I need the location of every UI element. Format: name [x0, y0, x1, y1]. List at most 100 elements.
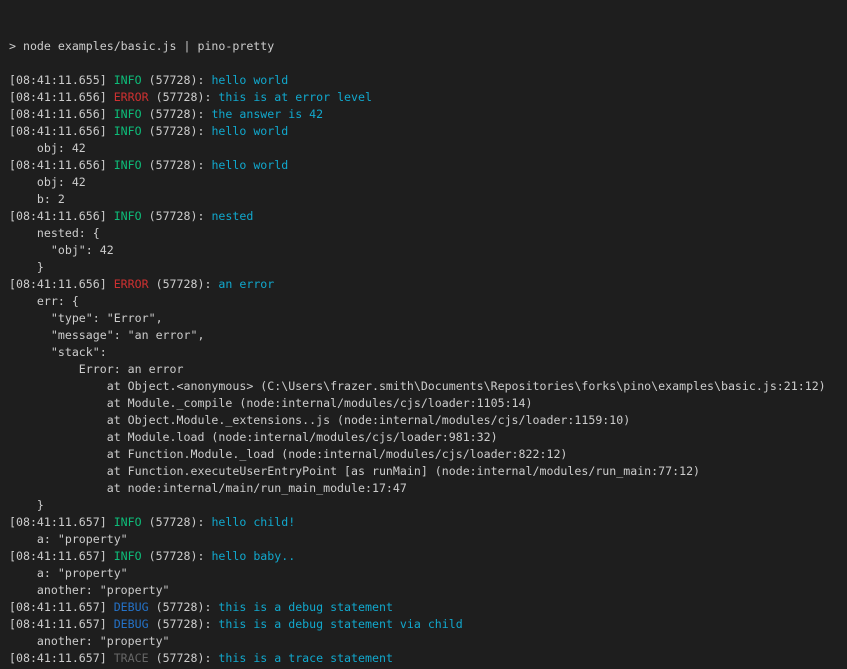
log-message: an error — [218, 277, 274, 291]
log-level-trace: TRACE — [114, 651, 149, 665]
log-text: (57728): — [149, 600, 219, 614]
log-text: a: "property" — [9, 532, 128, 546]
log-message: the answer is 42 — [211, 107, 323, 121]
log-message: this is a trace statement — [218, 651, 393, 665]
log-line: [08:41:11.656] INFO (57728): nested — [9, 208, 847, 225]
log-text: "obj": 42 — [9, 243, 114, 257]
log-property-line: b: 2 — [9, 191, 847, 208]
log-text: at Object.<anonymous> (C:\Users\frazer.s… — [9, 379, 826, 393]
log-text: [08:41:11.655] — [9, 73, 114, 87]
stack-trace-line: at Function.Module._load (node:internal/… — [9, 446, 847, 463]
log-text: } — [9, 260, 44, 274]
log-line: [08:41:11.657] INFO (57728): hello child… — [9, 514, 847, 531]
log-text: at Module.load (node:internal/modules/cj… — [9, 430, 498, 444]
log-text: (57728): — [142, 124, 212, 138]
log-text: "type": "Error", — [9, 311, 163, 325]
command-line: > node examples/basic.js | pino-pretty — [9, 38, 847, 55]
log-text: [08:41:11.657] — [9, 549, 114, 563]
log-text: (57728): — [142, 549, 212, 563]
log-text: (57728): — [142, 73, 212, 87]
stack-trace-line: at Object.Module._extensions..js (node:i… — [9, 412, 847, 429]
log-text: nested: { — [9, 226, 100, 240]
log-level-info: INFO — [114, 209, 142, 223]
log-property-line: err: { — [9, 293, 847, 310]
log-level-info: INFO — [114, 107, 142, 121]
log-line: [08:41:11.656] ERROR (57728): this is at… — [9, 89, 847, 106]
log-line: [08:41:11.656] ERROR (57728): an error — [9, 276, 847, 293]
log-text: "stack": — [9, 345, 107, 359]
stack-trace-line: at Module.load (node:internal/modules/cj… — [9, 429, 847, 446]
stack-trace-line: at node:internal/main/run_main_module:17… — [9, 480, 847, 497]
log-line: [08:41:11.657] DEBUG (57728): this is a … — [9, 616, 847, 633]
log-line: [08:41:11.657] INFO (57728): hello baby.… — [9, 548, 847, 565]
log-text: at node:internal/main/run_main_module:17… — [9, 481, 407, 495]
log-level-error: ERROR — [114, 90, 149, 104]
log-property-line: another: "property" — [9, 633, 847, 650]
log-text: [08:41:11.657] — [9, 651, 114, 665]
log-property-line: } — [9, 259, 847, 276]
stack-trace-line: at Function.executeUserEntryPoint [as ru… — [9, 463, 847, 480]
terminal-output: > node examples/basic.js | pino-pretty [… — [9, 38, 847, 669]
log-text: a: "property" — [9, 566, 128, 580]
log-message: this is a debug statement via child — [218, 617, 462, 631]
log-level-info: INFO — [114, 158, 142, 172]
log-line: [08:41:11.655] INFO (57728): hello world — [9, 72, 847, 89]
log-level-info: INFO — [114, 515, 142, 529]
log-text: [08:41:11.656] — [9, 277, 114, 291]
log-text: another: "property" — [9, 583, 170, 597]
stack-trace-line: Error: an error — [9, 361, 847, 378]
log-message: nested — [211, 209, 253, 223]
log-property-line: obj: 42 — [9, 140, 847, 157]
stack-trace-line: at Object.<anonymous> (C:\Users\frazer.s… — [9, 378, 847, 395]
log-text: err: { — [9, 294, 79, 308]
log-property-line: obj: 42 — [9, 174, 847, 191]
log-text: [08:41:11.657] — [9, 617, 114, 631]
log-text: at Function.Module._load (node:internal/… — [9, 447, 567, 461]
log-text: "message": "an error", — [9, 328, 204, 342]
log-text: (57728): — [142, 107, 212, 121]
log-level-info: INFO — [114, 124, 142, 138]
log-text: at Object.Module._extensions..js (node:i… — [9, 413, 630, 427]
log-text: [08:41:11.656] — [9, 107, 114, 121]
log-level-info: INFO — [114, 549, 142, 563]
log-level-info: INFO — [114, 73, 142, 87]
log-property-line: } — [9, 497, 847, 514]
log-line: [08:41:11.656] INFO (57728): hello world — [9, 157, 847, 174]
log-text: obj: 42 — [9, 141, 86, 155]
terminal-window[interactable]: > node examples/basic.js | pino-pretty [… — [0, 0, 847, 669]
log-message: hello world — [211, 158, 288, 172]
log-text: (57728): — [149, 651, 219, 665]
log-text: Error: an error — [9, 362, 184, 376]
log-text: at Module._compile (node:internal/module… — [9, 396, 533, 410]
log-text: [08:41:11.656] — [9, 158, 114, 172]
log-text: [08:41:11.656] — [9, 124, 114, 138]
log-text: [08:41:11.657] — [9, 600, 114, 614]
log-text: b: 2 — [9, 192, 65, 206]
log-property-line: "type": "Error", — [9, 310, 847, 327]
log-line: [08:41:11.656] INFO (57728): the answer … — [9, 106, 847, 123]
log-text: (57728): — [149, 617, 219, 631]
log-property-line: another: "property" — [9, 582, 847, 599]
log-text: another: "property" — [9, 634, 170, 648]
log-text: obj: 42 — [9, 175, 86, 189]
log-message: hello child! — [211, 515, 295, 529]
blank-line — [9, 55, 847, 72]
log-text: } — [9, 498, 44, 512]
log-line: [08:41:11.657] TRACE (57728): this is a … — [9, 650, 847, 667]
log-text: at Function.executeUserEntryPoint [as ru… — [9, 464, 700, 478]
log-text: [08:41:11.656] — [9, 90, 114, 104]
log-level-debug: DEBUG — [114, 617, 149, 631]
log-line: [08:41:11.657] DEBUG (57728): this is a … — [9, 599, 847, 616]
log-level-debug: DEBUG — [114, 600, 149, 614]
log-property-line: nested: { — [9, 225, 847, 242]
log-text: [08:41:11.656] — [9, 209, 114, 223]
log-level-error: ERROR — [114, 277, 149, 291]
log-text: (57728): — [142, 158, 212, 172]
log-text: (57728): — [142, 515, 212, 529]
log-text: [08:41:11.657] — [9, 515, 114, 529]
log-text: (57728): — [142, 209, 212, 223]
log-text: (57728): — [149, 90, 219, 104]
log-text: (57728): — [149, 277, 219, 291]
log-property-line: "message": "an error", — [9, 327, 847, 344]
log-property-line: a: "property" — [9, 565, 847, 582]
